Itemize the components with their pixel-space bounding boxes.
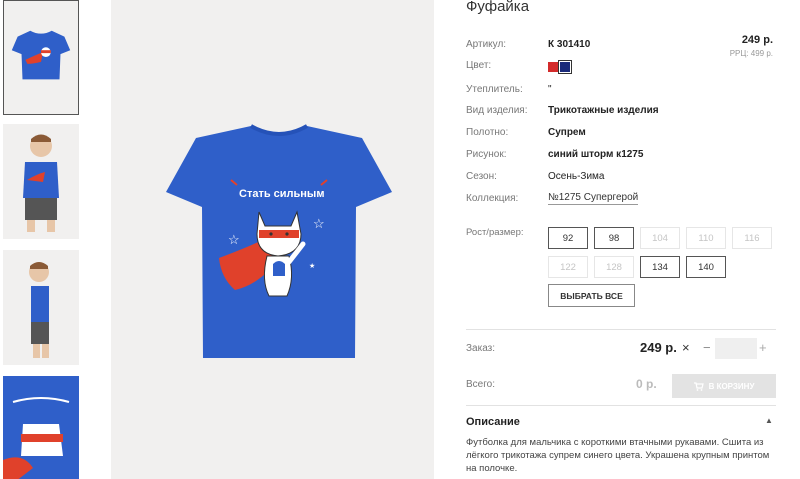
select-all-button[interactable]: ВЫБРАТЬ ВСЕ [548,284,635,307]
sku-label: Артикул: [466,38,507,50]
color-row: Цвет: [466,58,572,74]
size-option[interactable]: 134 [640,256,680,278]
size-option[interactable]: 116 [732,227,772,249]
pattern-row: Рисунок: синий шторм к1275 [466,147,643,161]
product-price: 249 р. [741,34,773,46]
size-option[interactable]: 92 [548,227,588,249]
fabric-row: Полотно: Супрем [466,125,586,139]
size-option[interactable]: 98 [594,227,634,249]
thumbnail-2[interactable] [3,124,79,239]
size-option[interactable]: 140 [686,256,726,278]
season-label: Сезон: [466,170,497,182]
thumbnail-gallery [0,0,84,479]
quantity-input[interactable] [715,338,757,359]
season-value: Осень-Зима [548,170,605,182]
total-label: Всего: [466,379,495,390]
thumbnail-3[interactable] [3,250,79,365]
product-info: Фуфайка 249 р. РРЦ: 499 р. Артикул: К 30… [466,0,776,479]
type-value: Трикотажные изделия [548,104,659,116]
insulation-label: Утеплитель: [466,83,523,95]
divider [466,405,776,406]
size-option[interactable]: 104 [640,227,680,249]
order-label: Заказ: [466,343,496,354]
increment-button[interactable]: + [759,340,767,355]
color-swatch-navy[interactable] [558,60,572,74]
product-main-image: Стать сильным ☆ ☆ ★ crockid [111,0,434,479]
collection-label: Коллекция: [466,192,519,204]
sku-value: К 301410 [548,38,591,50]
add-to-cart-label: В КОРЗИНУ [708,381,755,391]
type-label: Вид изделия: [466,104,528,116]
description-text: Футболка для мальчика с короткими втачны… [466,437,770,474]
cart-icon [693,381,704,391]
insulation-value: " [548,83,552,95]
collection-link[interactable]: №1275 Супергерой [548,192,639,205]
pattern-value: синий шторм к1275 [548,148,644,160]
color-swatch-red[interactable] [548,62,558,72]
pattern-label: Рисунок: [466,148,507,160]
type-row: Вид изделия: Трикотажные изделия [466,103,659,117]
total-value: 0 р. [636,377,657,391]
fabric-value: Супрем [548,126,586,138]
multiply-icon: × [682,340,690,355]
size-option[interactable]: 110 [686,227,726,249]
divider [466,329,776,330]
size-option[interactable]: 122 [548,256,588,278]
page-title: Фуфайка [466,0,530,15]
recommended-price: РРЦ: 499 р. [729,49,773,58]
size-option[interactable]: 128 [594,256,634,278]
color-swatches [548,60,572,74]
thumbnail-4[interactable] [3,376,79,479]
price-block: 249 р. РРЦ: 499 р. [730,34,773,58]
fabric-label: Полотно: [466,126,509,138]
color-label: Цвет: [466,59,492,71]
svg-text:☆: ☆ [228,232,240,247]
sku-row: Артикул: К 301410 [466,37,590,51]
season-row: Сезон: Осень-Зима [466,169,604,183]
size-label: Рост/размер: [466,227,524,238]
print-text: Стать сильным [239,188,324,200]
decrement-button[interactable]: − [703,340,711,355]
add-to-cart-button[interactable]: В КОРЗИНУ [672,374,776,398]
description-heading[interactable]: Описание [466,416,520,428]
svg-text:☆: ☆ [313,216,325,231]
collapse-caret-icon[interactable]: ▲ [765,416,773,425]
collection-row: Коллекция: №1275 Супергерой [466,191,639,205]
thumbnail-1[interactable] [3,0,79,115]
svg-text:★: ★ [309,262,315,270]
insulation-row: Утеплитель: " [466,82,552,96]
order-price: 249 р. [640,340,677,355]
